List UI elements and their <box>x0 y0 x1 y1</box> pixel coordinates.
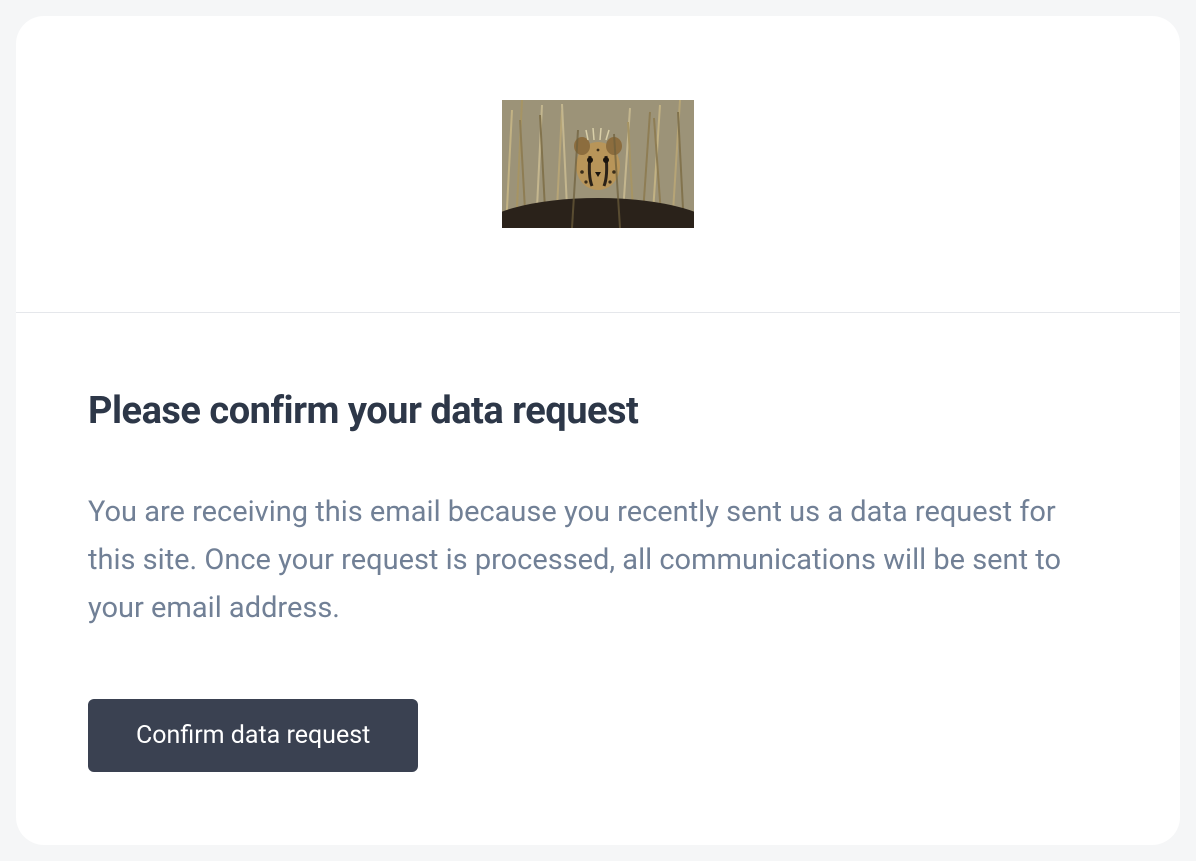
email-card: Please confirm your data request You are… <box>16 16 1180 845</box>
body-paragraph: You are receiving this email because you… <box>88 489 1108 633</box>
page-title: Please confirm your data request <box>88 389 1108 433</box>
confirm-data-request-button[interactable]: Confirm data request <box>88 699 418 772</box>
header-image <box>502 100 694 228</box>
email-body: Please confirm your data request You are… <box>16 313 1180 832</box>
email-header <box>16 16 1180 313</box>
